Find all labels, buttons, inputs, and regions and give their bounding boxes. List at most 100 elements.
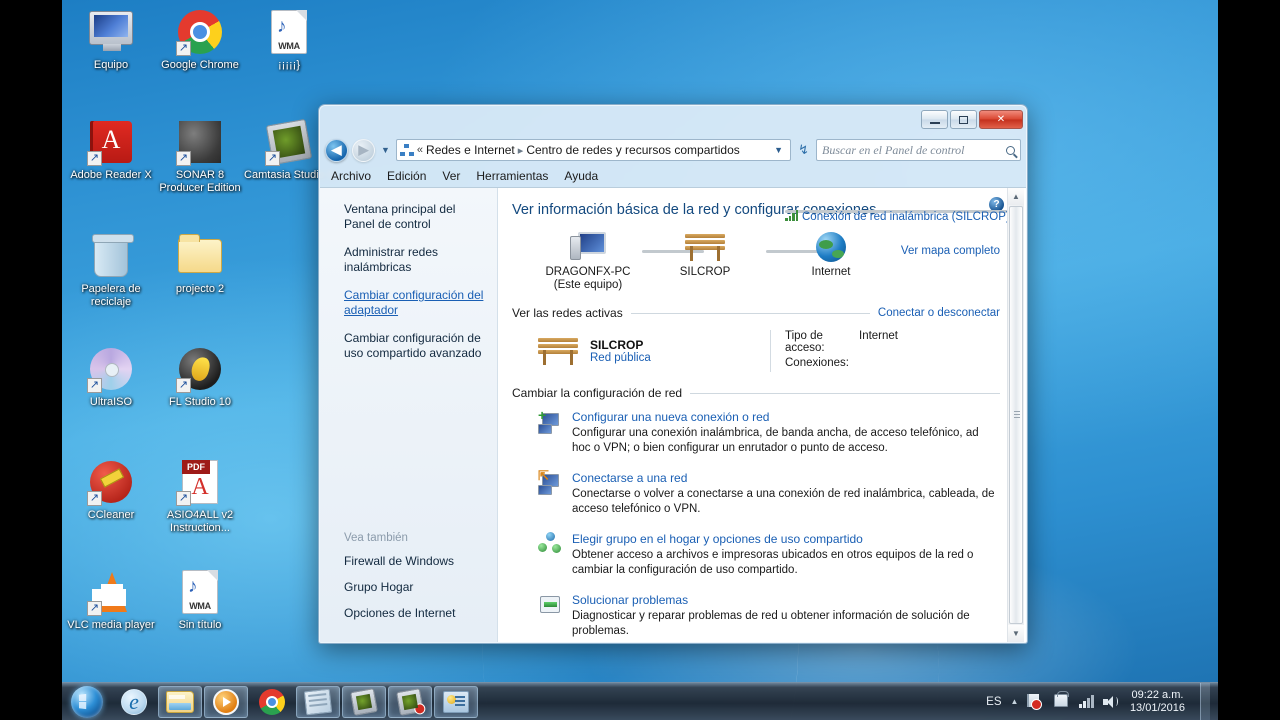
- shortcut-arrow-icon: ↗: [176, 491, 191, 506]
- taskbar[interactable]: ES ▲ 09:22 a.m. 13/01/2016: [62, 682, 1218, 720]
- clock[interactable]: 09:22 a.m. 13/01/2016: [1128, 689, 1185, 715]
- show-desktop-button[interactable]: [1200, 682, 1210, 720]
- desktop-icon-vlc[interactable]: ↗ VLC media player: [65, 568, 157, 632]
- taskbar-control-panel-window[interactable]: [434, 685, 478, 718]
- desktop-icon-sin-titulo[interactable]: ♪ WMA Sin título: [154, 568, 246, 632]
- window-titlebar[interactable]: ✕: [319, 105, 1027, 135]
- recent-pages-dropdown-icon[interactable]: ▼: [379, 145, 392, 155]
- taskbar-camtasia-window[interactable]: [342, 685, 386, 718]
- forward-button[interactable]: ▶: [352, 138, 375, 162]
- scroll-up-button[interactable]: ▲: [1008, 188, 1024, 205]
- close-button[interactable]: ✕: [979, 110, 1023, 129]
- sidebar-item-cambiar-adaptador[interactable]: Cambiar configuración del adaptador: [344, 288, 485, 318]
- network-sharing-center-window[interactable]: ✕ ◀ ▶ ▼ « Redes e Internet ▸ Centro de r…: [318, 104, 1028, 644]
- scroll-down-button[interactable]: ▼: [1008, 625, 1024, 642]
- taskbar-windows-explorer[interactable]: [158, 685, 202, 718]
- connections-row: Conexiones: Conexión de red inalámbrica …: [785, 210, 1010, 369]
- action-troubleshoot[interactable]: Solucionar problemas Diagnosticar y repa…: [512, 593, 1000, 639]
- search-icon: [1006, 145, 1015, 155]
- desktop-icon-ultraiso[interactable]: ↗ UltraISO: [65, 345, 157, 409]
- view-full-map-link[interactable]: Ver mapa completo: [901, 245, 1000, 257]
- desktop-icon-google-chrome[interactable]: ↗ Google Chrome: [154, 8, 246, 72]
- section-title: Ver las redes activas: [512, 306, 623, 320]
- sidebar-item-opciones-internet[interactable]: Opciones de Internet: [344, 606, 485, 620]
- desktop-icon-equipo[interactable]: Equipo: [65, 8, 157, 72]
- section-rule: [690, 392, 1000, 394]
- sidebar-item-panel-home[interactable]: Ventana principal del Panel de control: [344, 202, 485, 232]
- menu-item-ver[interactable]: Ver: [442, 169, 460, 183]
- action-homegroup[interactable]: Elegir grupo en el hogar y opciones de u…: [512, 532, 1000, 578]
- sidebar-item-uso-compartido[interactable]: Cambiar configuración de uso compartido …: [344, 331, 485, 361]
- taskbar-windows-media-player[interactable]: [204, 685, 248, 718]
- menu-item-archivo[interactable]: Archivo: [331, 169, 371, 183]
- system-tray[interactable]: ES ▲ 09:22 a.m. 13/01/2016: [986, 682, 1218, 720]
- scrollbar-thumb[interactable]: [1009, 206, 1023, 624]
- action-description: Obtener acceso a archivos e impresoras u…: [572, 549, 974, 576]
- network-map: DRAGONFX-PC (Este equipo) SILCROP Intern…: [538, 228, 1000, 300]
- map-node-internet[interactable]: Internet: [776, 228, 886, 279]
- maximize-button[interactable]: [950, 110, 977, 129]
- desktop-icon-fl-studio[interactable]: ↗ FL Studio 10: [154, 345, 246, 409]
- menu-item-herramientas[interactable]: Herramientas: [476, 169, 548, 183]
- vertical-scrollbar[interactable]: ▲ ▼: [1007, 188, 1024, 642]
- action-text: Configurar una nueva conexión o red Conf…: [572, 410, 1000, 456]
- network-signal-icon[interactable]: [1079, 695, 1094, 708]
- action-link[interactable]: Solucionar problemas: [572, 593, 1000, 607]
- start-button[interactable]: [62, 684, 112, 720]
- refresh-button[interactable]: ↯: [795, 142, 812, 158]
- desktop-icon-label: UltraISO: [89, 396, 133, 408]
- map-node-this-computer[interactable]: DRAGONFX-PC (Este equipo): [533, 228, 643, 292]
- action-text: Conectarse a una red Conectarse o volver…: [572, 471, 1000, 517]
- action-link[interactable]: Configurar una nueva conexión o red: [572, 410, 1000, 424]
- desktop-icon-sonar8[interactable]: ↗ SONAR 8 Producer Edition: [154, 118, 246, 194]
- address-bar[interactable]: ◀ ▶ ▼ « Redes e Internet ▸ Centro de red…: [319, 135, 1027, 165]
- action-new-connection[interactable]: + Configurar una nueva conexión o red Co…: [512, 408, 1000, 456]
- change-settings-header: Cambiar la configuración de red: [512, 386, 1000, 400]
- breadcrumb[interactable]: « Redes e Internet ▸ Centro de redes y r…: [395, 139, 792, 161]
- action-link[interactable]: Elegir grupo en el hogar y opciones de u…: [572, 532, 1000, 546]
- menu-item-ayuda[interactable]: Ayuda: [564, 169, 598, 183]
- action-link[interactable]: Conectarse a una red: [572, 471, 1000, 485]
- taskbar-internet-explorer[interactable]: [112, 686, 156, 718]
- menu-item-edicion[interactable]: Edición: [387, 169, 426, 183]
- language-indicator[interactable]: ES: [986, 696, 1001, 708]
- show-hidden-icons-icon[interactable]: ▲: [1011, 697, 1019, 706]
- sidebar-item-firewall[interactable]: Firewall de Windows: [344, 554, 485, 568]
- new-connection-icon: +: [538, 408, 562, 434]
- sidebar-item-grupo-hogar[interactable]: Grupo Hogar: [344, 580, 485, 594]
- notepad-icon: [303, 688, 333, 715]
- shortcut-arrow-icon: ↗: [87, 601, 102, 616]
- desktop-icon-label: Google Chrome: [161, 59, 239, 71]
- wma-file-icon: ♪ WMA: [265, 8, 313, 56]
- action-text: Elegir grupo en el hogar y opciones de u…: [572, 532, 1000, 578]
- sidebar-item-administrar-redes[interactable]: Administrar redes inalámbricas: [344, 245, 485, 275]
- breadcrumb-item-centro-de-redes[interactable]: Centro de redes y recursos compartidos: [526, 143, 739, 157]
- active-network-type-link[interactable]: Red pública: [590, 352, 651, 364]
- breadcrumb-item-redes-e-internet[interactable]: Redes e Internet: [426, 143, 515, 157]
- volume-icon[interactable]: [1102, 695, 1119, 709]
- search-input[interactable]: Buscar en el Panel de control: [816, 139, 1021, 161]
- desktop-icon-projecto-2[interactable]: projecto 2: [154, 232, 246, 296]
- desktop-icon-recycle-bin[interactable]: Papelera de reciclaje: [65, 232, 157, 308]
- minimize-button[interactable]: [921, 110, 948, 129]
- active-network-identity[interactable]: SILCROP Red pública: [512, 330, 770, 372]
- taskbar-camtasia-recorder-window[interactable]: [388, 685, 432, 718]
- action-center-flag-icon[interactable]: [1027, 693, 1044, 710]
- taskbar-google-chrome[interactable]: [250, 686, 294, 718]
- taskbar-notepad-window[interactable]: [296, 685, 340, 718]
- connect-disconnect-link[interactable]: Conectar o desconectar: [878, 307, 1000, 319]
- active-network-row: SILCROP Red pública Tipo de acceso: Inte…: [512, 210, 1010, 372]
- map-node-silcrop[interactable]: SILCROP: [650, 228, 760, 279]
- breadcrumb-overflow-icon[interactable]: «: [417, 144, 423, 156]
- desktop-icon-ccleaner[interactable]: ↗ CCleaner: [65, 458, 157, 522]
- action-connect-network[interactable]: ⇱ Conectarse a una red Conectarse o volv…: [512, 469, 1000, 517]
- desktop-icon-adobe-reader[interactable]: ↗ Adobe Reader X: [65, 118, 157, 182]
- desktop-icon-wma-1[interactable]: ♪ WMA ¡¡¡¡¡}: [243, 8, 335, 72]
- address-dropdown-icon[interactable]: ▼: [774, 145, 787, 155]
- desktop-icon-asio4all-pdf[interactable]: ↗ ASIO4ALL v2 Instruction...: [154, 458, 246, 534]
- action-center-icon[interactable]: [1053, 691, 1070, 710]
- menu-bar[interactable]: Archivo Edición Ver Herramientas Ayuda: [319, 165, 1027, 187]
- connections-value[interactable]: Conexión de red inalámbrica (SILCROP): [785, 210, 1010, 223]
- windows-media-player-icon: [213, 688, 239, 715]
- back-button[interactable]: ◀: [325, 138, 348, 162]
